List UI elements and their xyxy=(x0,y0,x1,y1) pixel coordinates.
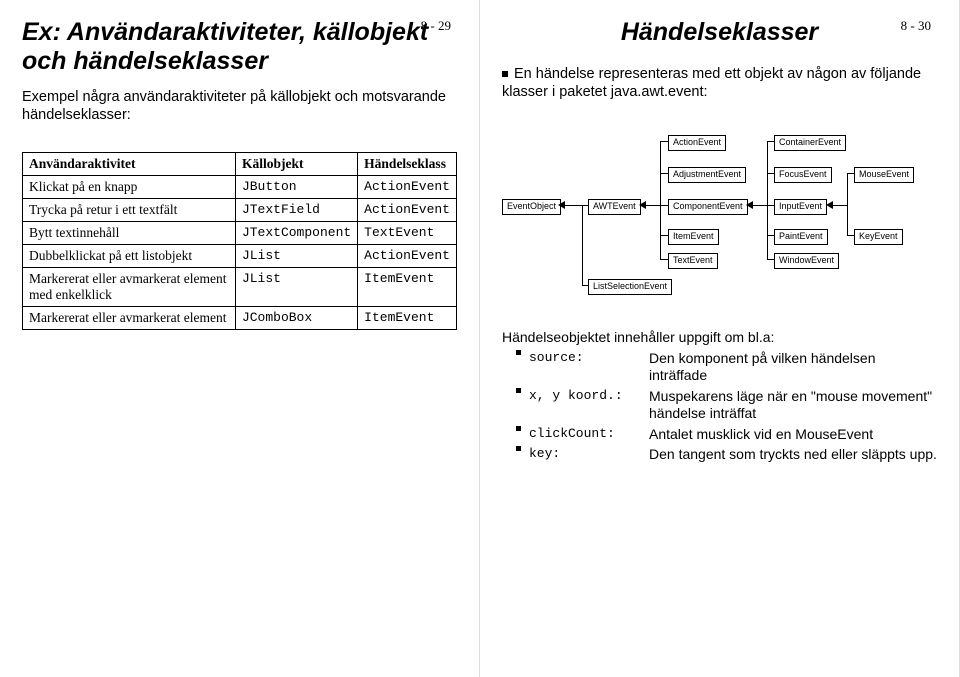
th-activity: Användaraktivitet xyxy=(23,152,236,175)
footer-block: Händelseobjektet innehåller uppgift om b… xyxy=(502,329,937,464)
cell: JTextComponent xyxy=(235,221,357,244)
connector-line xyxy=(833,205,847,206)
footer-desc: Antalet musklick vid en MouseEvent xyxy=(649,426,937,444)
table-row: Trycka på retur i ett textfält JTextFiel… xyxy=(23,198,457,221)
node-focus: FocusEvent xyxy=(774,167,832,183)
footer-desc: Den tangent som tryckts ned eller släppt… xyxy=(649,446,937,464)
node-key: KeyEvent xyxy=(854,229,903,245)
connector-line xyxy=(767,205,774,206)
footer-row: source: Den komponent på vilken händelse… xyxy=(516,350,937,385)
th-eventclass: Händelseklass xyxy=(358,152,457,175)
footer-label: source: xyxy=(529,350,649,385)
connector-line xyxy=(767,141,774,142)
connector-line xyxy=(847,173,854,174)
bullet-icon xyxy=(516,350,521,355)
class-hierarchy-diagram: EventObject AWTEvent ListSelectionEvent … xyxy=(502,129,942,319)
connector-line xyxy=(767,173,774,174)
page-number-right: 8 - 30 xyxy=(901,18,931,34)
th-source: Källobjekt xyxy=(235,152,357,175)
connector-line xyxy=(582,205,583,285)
node-component: ComponentEvent xyxy=(668,199,748,215)
cell: ItemEvent xyxy=(358,267,457,306)
connector-line xyxy=(753,205,767,206)
bullet-icon xyxy=(502,71,508,77)
arrow-icon xyxy=(826,201,833,209)
node-listselection: ListSelectionEvent xyxy=(588,279,672,295)
cell: ActionEvent xyxy=(358,175,457,198)
cell: JList xyxy=(235,267,357,306)
arrow-icon xyxy=(639,201,646,209)
node-window: WindowEvent xyxy=(774,253,839,269)
cell: Dubbelklickat på ett listobjekt xyxy=(23,244,236,267)
footer-label: clickCount: xyxy=(529,426,649,444)
node-input: InputEvent xyxy=(774,199,827,215)
cell: JButton xyxy=(235,175,357,198)
connector-line xyxy=(767,259,774,260)
node-textevent: TextEvent xyxy=(668,253,718,269)
cell: JList xyxy=(235,244,357,267)
cell: ActionEvent xyxy=(358,198,457,221)
right-intro: En händelse representeras med ett objekt… xyxy=(502,65,937,101)
connector-line xyxy=(847,235,854,236)
node-eventobject: EventObject xyxy=(502,199,561,215)
bullet-icon xyxy=(516,446,521,451)
connector-line xyxy=(767,235,774,236)
cell: Markererat eller avmarkerat element med … xyxy=(23,267,236,306)
table-row: Dubbelklickat på ett listobjekt JList Ac… xyxy=(23,244,457,267)
connector-line xyxy=(660,259,668,260)
node-mouse: MouseEvent xyxy=(854,167,914,183)
arrow-icon xyxy=(558,201,565,209)
cell: Trycka på retur i ett textfält xyxy=(23,198,236,221)
node-container: ContainerEvent xyxy=(774,135,846,151)
node-actionevent: ActionEvent xyxy=(668,135,726,151)
node-awtevent: AWTEvent xyxy=(588,199,641,215)
table-row: Markererat eller avmarkerat element JCom… xyxy=(23,306,457,329)
cell: Klickat på en knapp xyxy=(23,175,236,198)
footer-desc: Muspekarens läge när en "mouse movement"… xyxy=(649,388,937,423)
node-paint: PaintEvent xyxy=(774,229,828,245)
footer-desc: Den komponent på vilken händelsen inträf… xyxy=(649,350,937,385)
connector-line xyxy=(660,235,668,236)
table-row: Bytt textinnehåll JTextComponent TextEve… xyxy=(23,221,457,244)
cell: ItemEvent xyxy=(358,306,457,329)
cell: Markererat eller avmarkerat element xyxy=(23,306,236,329)
connector-line xyxy=(646,205,660,206)
connector-line xyxy=(767,141,768,259)
slide-left: 8 - 29 Ex: Användaraktiviteter, källobje… xyxy=(0,0,480,677)
connector-line xyxy=(660,205,668,206)
intro-text: En händelse representeras med ett objekt… xyxy=(502,66,921,100)
footer-row: x, y koord.: Muspekarens läge när en "mo… xyxy=(516,388,937,423)
bullet-icon xyxy=(516,388,521,393)
connector-line xyxy=(660,141,661,259)
footer-title: Händelseobjektet innehåller uppgift om b… xyxy=(502,329,937,347)
node-adjustment: AdjustmentEvent xyxy=(668,167,746,183)
cell: JTextField xyxy=(235,198,357,221)
connector-line xyxy=(565,205,583,206)
cell: JComboBox xyxy=(235,306,357,329)
connector-line xyxy=(582,205,588,206)
left-intro: Exempel några användaraktiviteter på käl… xyxy=(22,88,457,124)
arrow-icon xyxy=(746,201,753,209)
cell: ActionEvent xyxy=(358,244,457,267)
activity-table: Användaraktivitet Källobjekt Händelsekla… xyxy=(22,152,457,330)
connector-line xyxy=(847,173,848,235)
footer-row: clickCount: Antalet musklick vid en Mous… xyxy=(516,426,937,444)
connector-line xyxy=(660,141,668,142)
footer-label: x, y koord.: xyxy=(529,388,649,423)
slide-right: 8 - 30 Händelseklasser En händelse repre… xyxy=(480,0,960,677)
connector-line xyxy=(582,285,588,286)
slide-title-left: Ex: Användaraktiviteter, källobjekt och … xyxy=(22,18,457,76)
connector-line xyxy=(660,173,668,174)
bullet-icon xyxy=(516,426,521,431)
footer-row: key: Den tangent som tryckts ned eller s… xyxy=(516,446,937,464)
slide-title-right: Händelseklasser xyxy=(502,18,937,47)
footer-label: key: xyxy=(529,446,649,464)
cell: TextEvent xyxy=(358,221,457,244)
table-row: Markererat eller avmarkerat element med … xyxy=(23,267,457,306)
table-row: Klickat på en knapp JButton ActionEvent xyxy=(23,175,457,198)
page-number-left: 8 - 29 xyxy=(421,18,451,34)
node-item: ItemEvent xyxy=(668,229,719,245)
cell: Bytt textinnehåll xyxy=(23,221,236,244)
